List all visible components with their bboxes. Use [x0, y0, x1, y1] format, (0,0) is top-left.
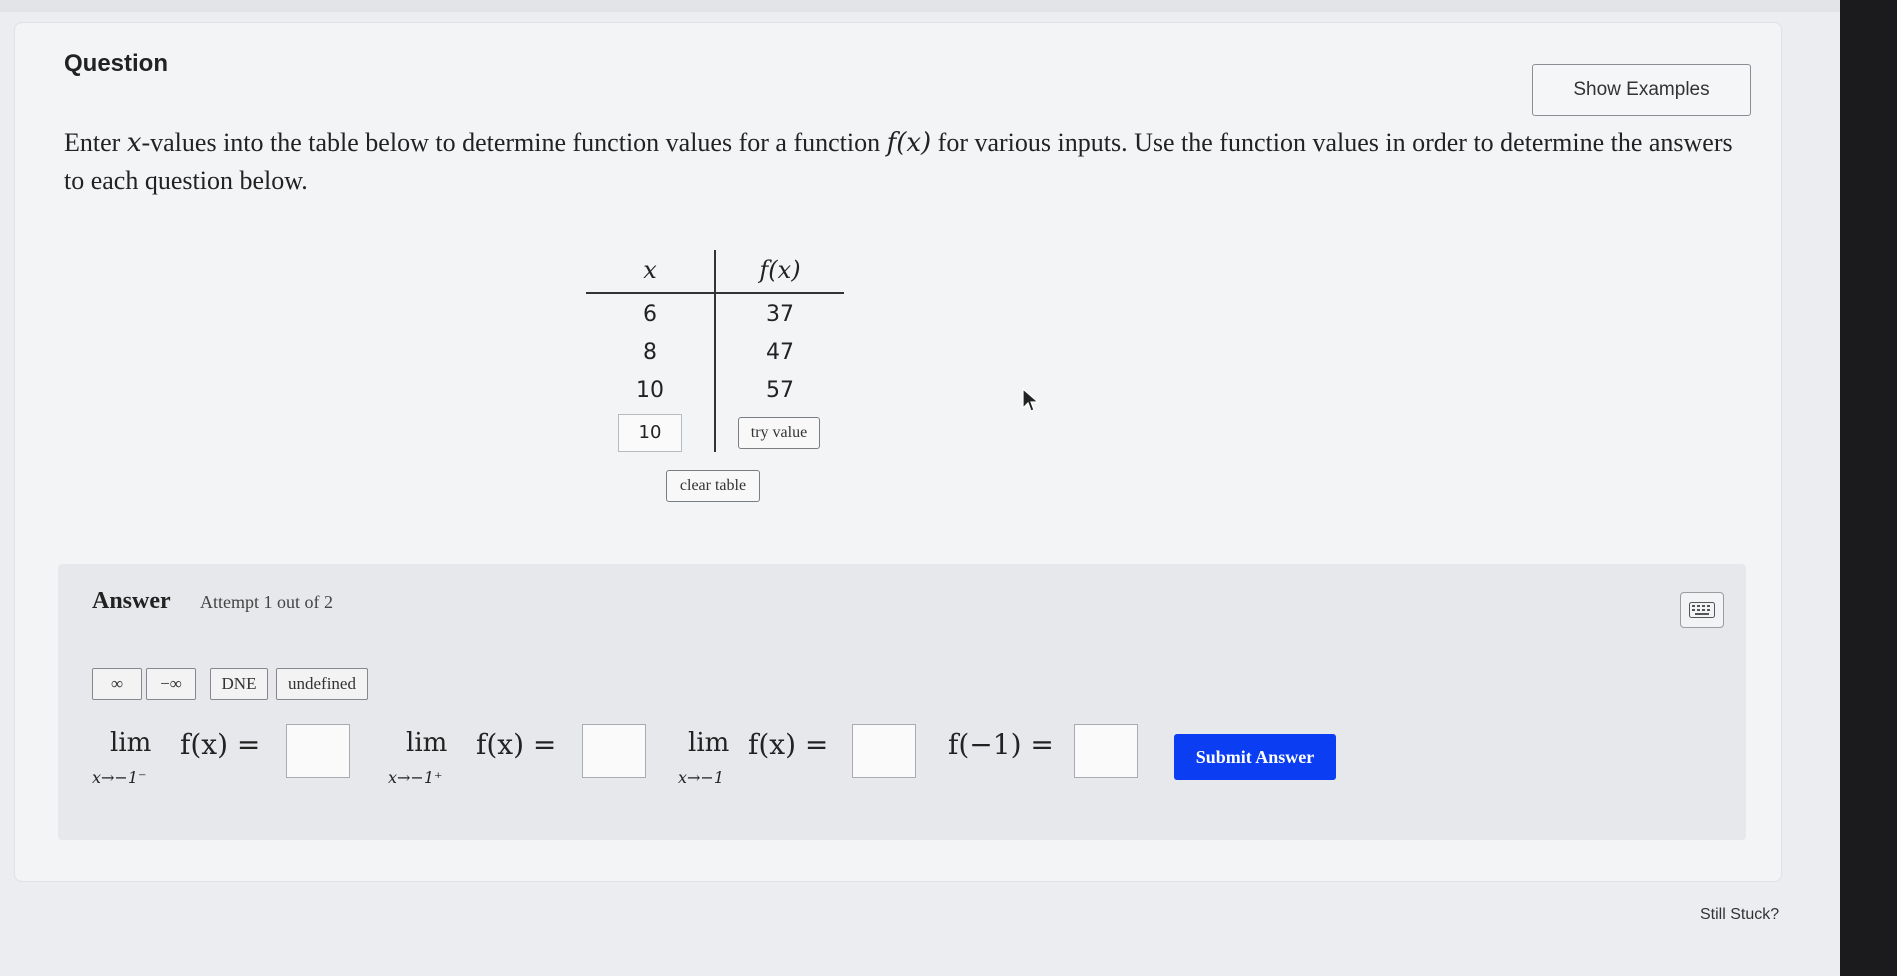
still-stuck-link[interactable]: Still Stuck? — [1700, 906, 1779, 924]
function-value: f(−1) = — [948, 724, 1148, 798]
table-header-x: x — [643, 256, 657, 284]
show-examples-button[interactable]: Show Examples — [1532, 64, 1751, 116]
limit-right-answer-input[interactable] — [582, 724, 646, 778]
mouse-cursor-icon — [1022, 388, 1040, 412]
submit-answer-button[interactable]: Submit Answer — [1174, 734, 1336, 780]
limit-left: lim x→−1⁻ f(x) = — [92, 724, 362, 798]
prompt-function: f(x) — [886, 128, 932, 158]
screen-bezel — [1840, 0, 1897, 976]
keyboard-toggle-button[interactable] — [1680, 592, 1724, 628]
table-cell-x: 8 — [643, 340, 657, 365]
keyboard-icon — [1689, 602, 1715, 618]
question-title: Question — [64, 50, 169, 77]
prompt-variable: x — [126, 128, 142, 158]
question-prompt: Enter x-values into the table below to d… — [64, 124, 1744, 200]
prompt-text: -values into the table below to determin… — [141, 128, 887, 157]
try-value-button[interactable]: try value — [738, 417, 820, 449]
limit-two-sided-answer-input[interactable] — [852, 724, 916, 778]
negative-infinity-button[interactable]: −∞ — [146, 668, 196, 700]
limit-expression: f(x) = — [180, 728, 261, 761]
table-cell-x: 10 — [636, 378, 664, 403]
table-cell-fx: 57 — [766, 378, 794, 403]
prompt-text: Enter — [64, 128, 127, 157]
table-cell-fx: 47 — [766, 340, 794, 365]
table-divider-horizontal — [586, 292, 844, 294]
infinity-button[interactable]: ∞ — [92, 668, 142, 700]
limit-expression: f(x) = — [476, 728, 557, 761]
function-table: x f(x) 6 37 8 47 10 57 10 try value — [586, 250, 844, 460]
limit-left-answer-input[interactable] — [286, 724, 350, 778]
limit-right: lim x→−1⁺ f(x) = — [388, 724, 658, 798]
limit-operator: lim — [110, 728, 152, 758]
function-value-answer-input[interactable] — [1074, 724, 1138, 778]
browser-top-edge — [0, 0, 1897, 12]
limit-subscript: x→−1⁻ — [92, 768, 147, 787]
limit-expression: f(x) = — [748, 728, 829, 761]
clear-table-button[interactable]: clear table — [666, 470, 760, 502]
attempt-counter: Attempt 1 out of 2 — [200, 592, 333, 612]
limit-operator: lim — [406, 728, 448, 758]
table-cell-fx: 37 — [766, 302, 794, 327]
function-value-expression: f(−1) = — [948, 728, 1054, 761]
undefined-button[interactable]: undefined — [276, 668, 368, 700]
table-header-fx: f(x) — [759, 256, 801, 284]
limit-operator: lim — [688, 728, 730, 758]
limit-subscript: x→−1 — [678, 768, 725, 787]
x-value-input[interactable]: 10 — [618, 414, 682, 452]
limit-two-sided: lim x→−1 f(x) = — [678, 724, 918, 798]
dne-button[interactable]: DNE — [210, 668, 268, 700]
limit-subscript: x→−1⁺ — [388, 768, 443, 787]
table-cell-x: 6 — [643, 302, 657, 327]
answer-label: Answer — [92, 588, 171, 614]
